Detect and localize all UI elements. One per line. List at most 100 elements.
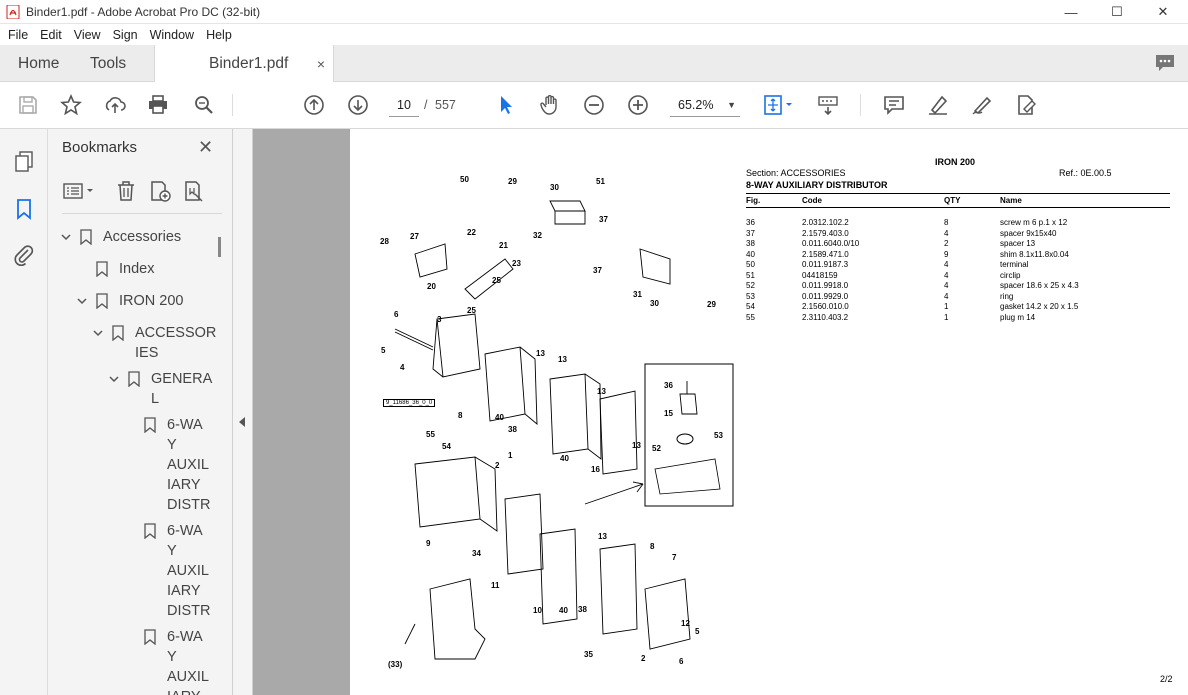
bookmark-label: Index xyxy=(119,261,155,277)
maximize-button[interactable]: ☐ xyxy=(1094,0,1140,24)
cell-code: 0.011.9929.0 xyxy=(802,291,849,301)
sign-icon[interactable] xyxy=(970,93,994,117)
bookmark-label-line: 6-WA xyxy=(167,523,203,539)
select-cursor-icon[interactable] xyxy=(494,93,518,117)
callout-label: 28 xyxy=(380,237,389,246)
save-icon[interactable] xyxy=(16,93,40,117)
print-icon[interactable] xyxy=(146,93,170,117)
chat-icon[interactable] xyxy=(1154,53,1176,73)
menu-file[interactable]: File xyxy=(8,28,28,42)
table-rule xyxy=(746,207,1170,208)
chevron-down-icon[interactable] xyxy=(76,295,88,307)
cell-qty: 4 xyxy=(944,228,949,238)
edit-pdf-icon[interactable] xyxy=(1014,93,1038,117)
bookmark-label-line: DISTR xyxy=(167,603,211,619)
chevron-down-icon[interactable] xyxy=(60,231,72,243)
callout-label: 37 xyxy=(599,215,608,224)
title-bar: Binder1.pdf - Adobe Acrobat Pro DC (32-b… xyxy=(0,0,1188,24)
callout-label: 9 xyxy=(426,539,431,548)
close-tab-icon[interactable]: × xyxy=(317,56,325,72)
reference-label: Ref.: 0E.00.5 xyxy=(1059,168,1112,178)
panel-splitter[interactable] xyxy=(233,129,253,695)
tab-home[interactable]: Home xyxy=(18,45,59,82)
hand-icon[interactable] xyxy=(538,93,562,117)
cell-fig: 55 xyxy=(746,312,755,322)
search-zoom-icon[interactable] xyxy=(192,93,216,117)
attachment-icon[interactable] xyxy=(12,243,36,267)
callout-label: 2 xyxy=(641,654,646,663)
tab-tools[interactable]: Tools xyxy=(90,45,126,82)
bookmark-search-icon[interactable] xyxy=(182,179,206,203)
callout-label: 22 xyxy=(467,228,476,237)
cell-name: circlip xyxy=(1000,270,1021,280)
cell-name: spacer 9x15x40 xyxy=(1000,228,1057,238)
cell-qty: 4 xyxy=(944,260,949,269)
bookmark-label-line: IARY xyxy=(167,477,201,493)
cell-fig: 53 xyxy=(746,291,755,301)
tab-document[interactable]: Binder1.pdf × xyxy=(154,45,334,83)
fit-page-icon[interactable] xyxy=(762,93,796,117)
menu-window[interactable]: Window xyxy=(150,28,194,42)
cell-fig: 50 xyxy=(746,260,755,269)
column-fig: Fig. xyxy=(746,196,761,205)
upload-icon[interactable] xyxy=(103,93,127,117)
callout-label: 35 xyxy=(584,650,593,659)
callout-label: 21 xyxy=(499,241,508,250)
page-separator: / xyxy=(424,98,428,112)
window-title: Binder1.pdf - Adobe Acrobat Pro DC (32-b… xyxy=(26,4,261,19)
callout-label: 13 xyxy=(598,532,607,541)
scroll-mode-icon[interactable] xyxy=(816,93,840,117)
document-viewport[interactable]: 9_11686_36_0_0 50 29 30 51 37 32 28 27 2… xyxy=(253,129,1188,695)
cell-name: shim 8.1x11.8x0.04 xyxy=(1000,249,1069,259)
bookmarks-panel: Bookmarks ✕ Accessories Index IRON 200 A… xyxy=(48,129,233,695)
options-menu-icon[interactable] xyxy=(62,179,93,203)
collapse-arrow-icon[interactable] xyxy=(239,417,245,427)
comment-icon[interactable] xyxy=(882,93,906,117)
bookmark-icon xyxy=(96,261,108,277)
callout-label: 5 xyxy=(381,346,386,355)
total-pages: 557 xyxy=(435,98,456,112)
close-window-button[interactable]: ✕ xyxy=(1140,0,1186,24)
bookmark-label-line: AUXIL xyxy=(167,563,209,579)
zoom-level-value: 65.2% xyxy=(678,98,714,112)
bookmark-label-line: GENERA xyxy=(151,371,213,387)
callout-label: 40 xyxy=(560,454,569,463)
callout-label: 13 xyxy=(558,355,567,364)
bookmark-label-line: 6-WA xyxy=(167,417,203,433)
cell-code: 2.3110.403.2 xyxy=(802,312,849,322)
callout-label: 52 xyxy=(652,444,661,453)
zoom-out-icon[interactable] xyxy=(582,93,606,117)
close-panel-icon[interactable]: ✕ xyxy=(198,137,213,158)
menu-view[interactable]: View xyxy=(74,28,101,42)
column-code: Code xyxy=(802,196,822,205)
menu-help[interactable]: Help xyxy=(206,28,232,42)
menu-edit[interactable]: Edit xyxy=(40,28,62,42)
chevron-down-icon[interactable] xyxy=(108,373,120,385)
cell-code: 04418159 xyxy=(802,270,838,280)
page-down-icon[interactable] xyxy=(346,93,370,117)
callout-label: 20 xyxy=(427,282,436,291)
callout-label: 23 xyxy=(512,259,521,268)
panel-scrollbar[interactable] xyxy=(218,237,221,257)
cell-qty: 8 xyxy=(944,218,949,227)
star-icon[interactable] xyxy=(59,93,83,117)
bookmark-label-line: AUXIL xyxy=(167,457,209,473)
chevron-down-icon[interactable] xyxy=(92,327,104,339)
highlight-icon[interactable] xyxy=(926,93,950,117)
toolbar-divider xyxy=(860,94,861,116)
bookmark-panel-icon[interactable] xyxy=(12,197,36,221)
bookmark-label-line: L xyxy=(151,391,160,407)
zoom-in-icon[interactable] xyxy=(626,93,650,117)
menu-sign[interactable]: Sign xyxy=(113,28,138,42)
page-up-icon[interactable] xyxy=(302,93,326,117)
cell-fig: 54 xyxy=(746,302,755,311)
callout-label: 6 xyxy=(679,657,684,666)
new-bookmark-icon[interactable] xyxy=(148,179,172,203)
page-number-input[interactable]: 10 xyxy=(389,93,419,117)
cell-name: gasket 14.2 x 20 x 1.5 xyxy=(1000,302,1079,311)
zoom-level-select[interactable]: 65.2% ▼ xyxy=(670,93,740,117)
minimize-button[interactable]: — xyxy=(1048,0,1094,24)
callout-label: 29 xyxy=(508,177,517,186)
page-thumbnails-icon[interactable] xyxy=(12,149,36,173)
delete-icon[interactable] xyxy=(114,179,138,203)
